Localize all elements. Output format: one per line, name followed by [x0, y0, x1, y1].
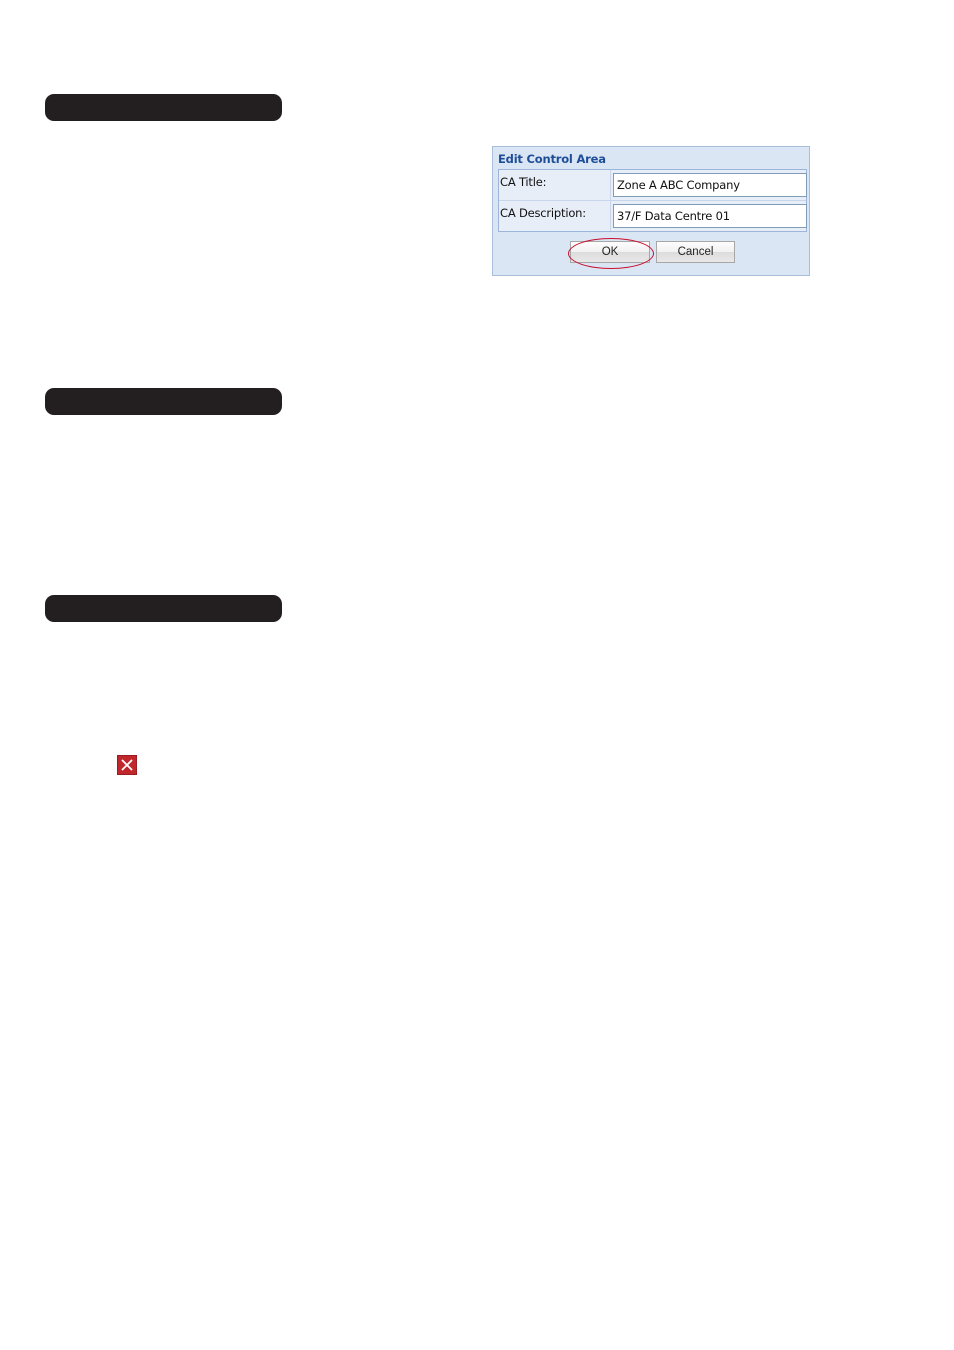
label-cell: CA Description: [499, 201, 611, 231]
ca-title-row: CA Title: [499, 170, 807, 201]
ca-description-input[interactable] [613, 204, 807, 228]
ca-description-row: CA Description: [499, 201, 807, 231]
close-icon-glyph [121, 759, 133, 771]
form-table: CA Title: CA Description: [498, 169, 807, 232]
section-header-bar [45, 94, 282, 121]
edit-control-area-dialog: Edit Control Area CA Title: CA Descripti… [492, 146, 810, 276]
section-header-bar [45, 595, 282, 622]
ca-title-label: CA Title: [500, 175, 547, 189]
cancel-button[interactable]: Cancel [656, 241, 735, 263]
label-cell: CA Title: [499, 170, 611, 200]
close-icon[interactable] [117, 755, 137, 775]
section-header-bar [45, 388, 282, 415]
dialog-title: Edit Control Area [498, 152, 606, 166]
ok-button[interactable]: OK [570, 241, 650, 263]
ca-description-label: CA Description: [500, 206, 586, 220]
ca-title-input[interactable] [613, 173, 807, 197]
